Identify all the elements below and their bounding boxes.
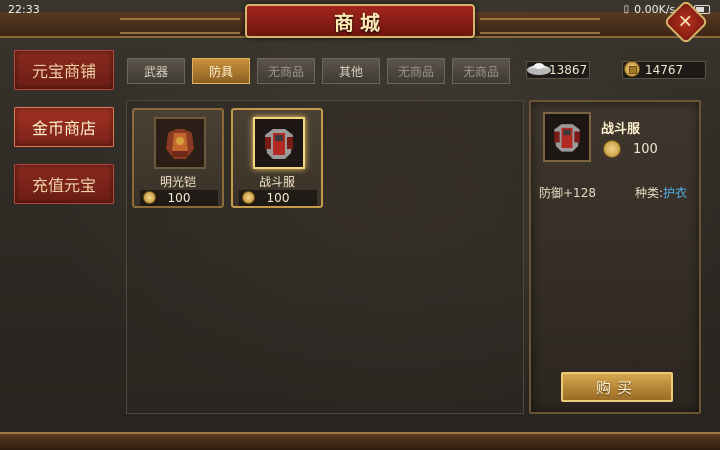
page-title: 商城 <box>334 10 386 35</box>
item-card-selected[interactable]: 战斗服 100 <box>231 108 323 208</box>
coin-balance: 14767 <box>622 60 706 80</box>
bottom-frame <box>0 432 720 450</box>
side-tab-recharge[interactable]: 充值元宝 <box>14 164 114 204</box>
ornament-right <box>480 18 600 34</box>
item-price-value: 100 <box>266 191 290 205</box>
battle-suit-icon <box>543 112 591 162</box>
item-name: 明光铠 <box>159 175 196 189</box>
detail-kind: 种类:护衣 <box>635 184 687 201</box>
tab-label: 武器 <box>143 64 168 79</box>
side-tab-label: 金币商店 <box>31 119 96 138</box>
detail-kind-label: 种类: <box>635 186 664 200</box>
tab-label: 其他 <box>338 64 363 79</box>
coin-icon <box>603 140 621 158</box>
item-price: 100 <box>140 190 218 206</box>
tab-label: 无商品 <box>462 64 499 79</box>
ornament-left <box>120 18 240 34</box>
armor-icon <box>154 117 206 169</box>
status-time: 22:33 <box>8 3 40 16</box>
coin-icon <box>624 61 640 77</box>
detail-price: 100 <box>603 140 658 158</box>
vibrate-icon: ▯ <box>623 4 630 15</box>
item-price: 100 <box>239 190 317 206</box>
side-tab-label: 元宝商铺 <box>31 62 96 81</box>
tab-label: 防具 <box>208 64 233 79</box>
detail-item-name: 战斗服 <box>601 122 641 137</box>
buy-button-label: 购买 <box>595 378 638 397</box>
title-plate: 商城 <box>245 4 475 38</box>
item-name: 战斗服 <box>258 175 295 189</box>
tab-label: 无商品 <box>267 64 304 79</box>
item-detail-panel: 战斗服 100 防御+128 种类:护衣 购买 <box>529 100 701 414</box>
tab-empty-3[interactable]: 无商品 <box>452 58 510 84</box>
tab-other[interactable]: 其他 <box>322 58 380 84</box>
tab-empty-2[interactable]: 无商品 <box>387 58 445 84</box>
ingot-icon <box>527 63 551 75</box>
detail-price-value: 100 <box>633 141 658 157</box>
coin-amount: 14767 <box>645 63 684 77</box>
ingot-balance: 13867 <box>526 60 590 80</box>
tab-empty-1[interactable]: 无商品 <box>257 58 315 84</box>
detail-kind-value: 护衣 <box>663 186 688 200</box>
close-icon: ✕ <box>678 11 694 33</box>
ingot-amount: 13867 <box>549 63 588 77</box>
game-screen: 22:33 ▯ 0.00K/s ◠ 商城 ✕ 元宝商铺 金币商店 充值元宝 武器… <box>0 0 720 450</box>
tab-armor[interactable]: 防具 <box>192 58 250 84</box>
detail-defense-stat: 防御+128 <box>539 186 596 200</box>
coin-icon <box>143 191 156 204</box>
side-tab-label: 充值元宝 <box>31 176 96 195</box>
coin-icon <box>242 191 255 204</box>
item-card[interactable]: 明光铠 100 <box>132 108 224 208</box>
network-speed: 0.00K/s <box>634 3 676 16</box>
side-tab-gold-shop[interactable]: 金币商店 <box>14 107 114 147</box>
tab-weapons[interactable]: 武器 <box>127 58 185 84</box>
side-tab-yuanbao-shop[interactable]: 元宝商铺 <box>14 50 114 90</box>
tab-label: 无商品 <box>397 64 434 79</box>
item-price-value: 100 <box>167 191 191 205</box>
buy-button[interactable]: 购买 <box>561 372 673 402</box>
battle-suit-icon <box>253 117 305 169</box>
